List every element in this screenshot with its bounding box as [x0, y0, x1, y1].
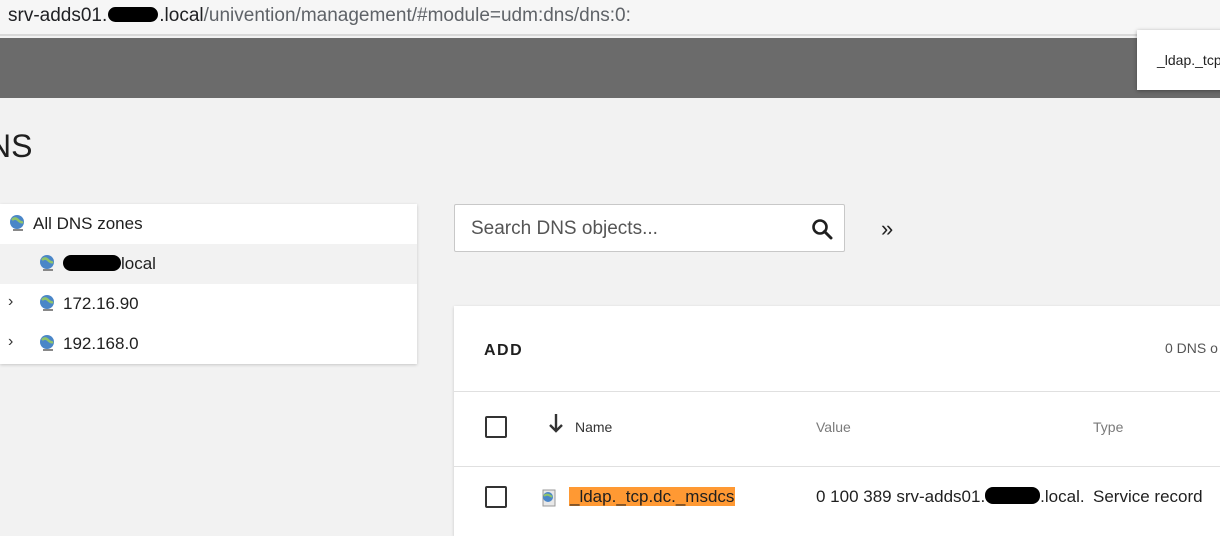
row-value-prefix: 0 100 389 srv-adds01. — [816, 487, 986, 506]
row-type: Service record — [1093, 487, 1203, 506]
row-name-text: _ldap._tcp.dc._msdcs — [569, 487, 736, 506]
tree-item-label: All DNS zones — [33, 214, 143, 233]
select-all-checkbox[interactable] — [485, 416, 507, 438]
redaction-mark — [108, 7, 159, 22]
row-checkbox[interactable] — [485, 486, 507, 508]
row-value: 0 100 389 srv-adds01. .local. — [816, 487, 1085, 507]
tree-item-all-dns-zones[interactable]: All DNS zones — [0, 204, 417, 244]
divider — [454, 391, 1220, 392]
globe-icon — [40, 295, 54, 311]
tree-item-label-suffix: local — [121, 254, 156, 273]
tree-item-label: 192.168.0 — [63, 334, 139, 353]
tree-item-label: 172.16.90 — [63, 294, 139, 313]
search-input[interactable] — [469, 215, 793, 243]
redaction-mark — [985, 487, 1041, 504]
globe-icon — [10, 215, 24, 231]
url-host-prefix: srv-adds01. — [8, 5, 108, 26]
column-header-type[interactable]: Type — [1093, 419, 1123, 435]
row-value-suffix: .local. — [1040, 487, 1085, 506]
redaction-mark — [63, 255, 121, 271]
url-path: /univention/management/#module=udm:dns/d… — [203, 5, 631, 26]
expand-options-button[interactable]: » — [881, 216, 893, 242]
dns-objects-grid: ADD 0 DNS o Name Value Type _ldap._tcp.d… — [454, 306, 1220, 536]
dns-zone-tree: All DNS zones local › 172.16.90 › 192.16… — [0, 204, 417, 364]
divider — [454, 466, 1220, 467]
search-icon[interactable] — [811, 218, 833, 240]
tree-item-172-16-90[interactable]: › 172.16.90 — [0, 284, 417, 324]
globe-icon — [40, 255, 54, 271]
chevron-right-icon[interactable]: › — [8, 333, 13, 351]
sort-descending-icon[interactable] — [548, 412, 564, 434]
tooltip-text: _ldap._tcp — [1157, 52, 1220, 68]
url-host-suffix: .local — [159, 5, 204, 26]
object-count: 0 DNS o — [1165, 340, 1218, 356]
add-button[interactable]: ADD — [484, 342, 523, 360]
tree-item-192-168-0[interactable]: › 192.168.0 — [0, 324, 417, 364]
row-name[interactable]: _ldap._tcp.dc._msdcs — [569, 487, 736, 507]
column-header-value[interactable]: Value — [816, 419, 851, 435]
chevron-right-icon[interactable]: › — [8, 293, 13, 311]
tree-item-local-zone[interactable]: local — [0, 244, 417, 284]
url-text[interactable]: srv-adds01. .local/univention/management/… — [8, 4, 631, 28]
app-header — [0, 38, 1220, 98]
search-box — [454, 204, 845, 252]
service-record-icon — [542, 489, 556, 507]
tree-item-label: local — [63, 254, 156, 274]
tooltip: _ldap._tcp — [1137, 30, 1220, 90]
page-title: NS — [0, 128, 33, 164]
address-bar[interactable]: srv-adds01. .local/univention/management/… — [0, 0, 1220, 36]
column-header-name[interactable]: Name — [575, 419, 612, 435]
globe-icon — [40, 335, 54, 351]
